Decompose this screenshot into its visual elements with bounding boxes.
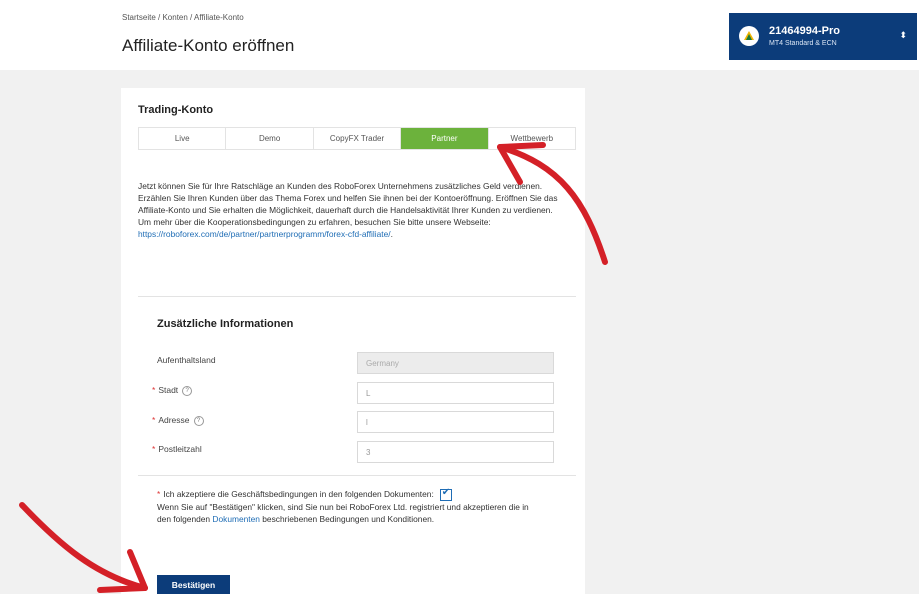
annotation-arrows [19, 142, 608, 593]
annotation-arrow-partner [497, 144, 608, 265]
annotation-arrow-submit [19, 502, 148, 591]
